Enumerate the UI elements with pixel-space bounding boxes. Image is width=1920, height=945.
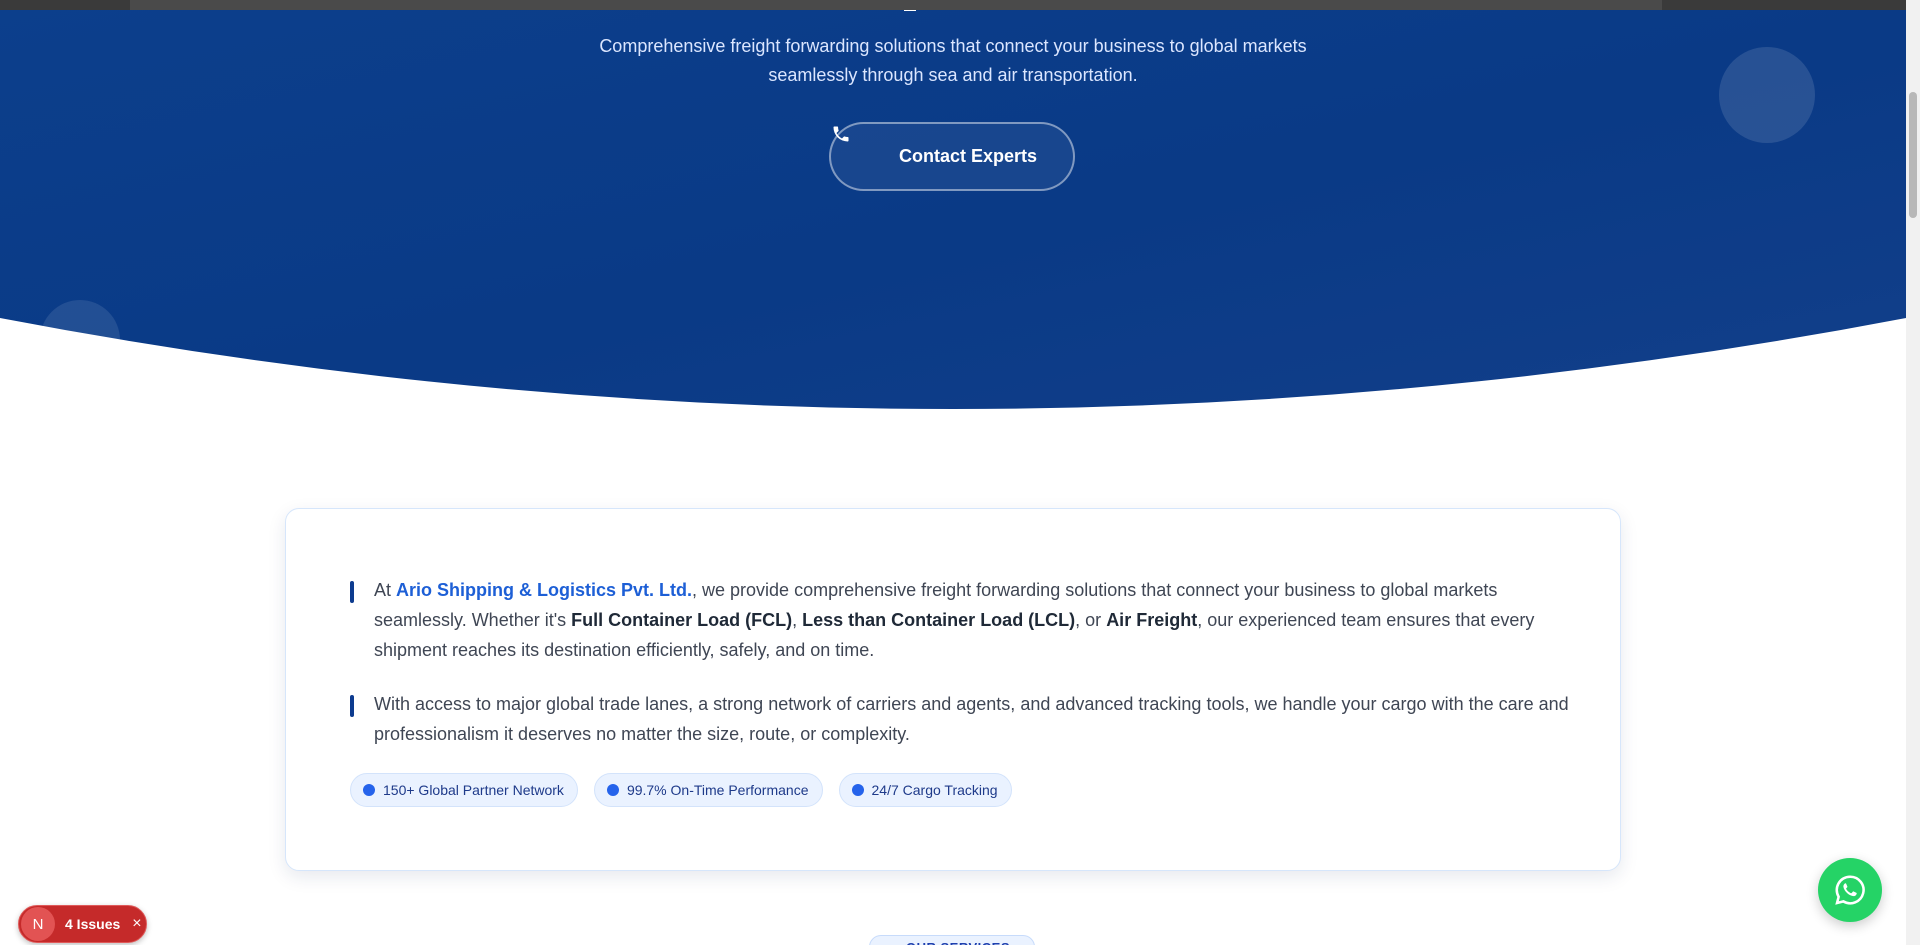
- issues-count: 4 Issues: [65, 916, 121, 932]
- air-freight-text: Air Freight: [1106, 610, 1198, 630]
- p1-text: , or: [1075, 610, 1107, 630]
- chip-label: 150+ Global Partner Network: [383, 782, 564, 798]
- phone-icon: [833, 126, 887, 167]
- whatsapp-icon: [1835, 875, 1865, 905]
- paragraph-accent-bar: [350, 695, 354, 717]
- dot-icon: [851, 784, 864, 796]
- dev-issues-badge[interactable]: N 4 Issues ×: [18, 905, 147, 943]
- p2-text: With access to major global trade lanes,…: [374, 694, 1569, 744]
- decorative-circle: [40, 300, 120, 380]
- chip-label: 99.7% On-Time Performance: [626, 782, 809, 798]
- browser-top-strip-inner: [130, 0, 1662, 10]
- scrollbar-thumb[interactable]: [1909, 92, 1917, 218]
- about-paragraph-2: With access to major global trade lanes,…: [350, 689, 1574, 749]
- chip-tracking: 24/7 Cargo Tracking: [838, 773, 1012, 807]
- dot-icon: [606, 784, 619, 796]
- lcl-text: Less than Container Load (LCL): [802, 610, 1076, 630]
- nextjs-logo: N: [21, 907, 55, 941]
- browser-top-strip: [0, 0, 1906, 10]
- chip-partner-network: 150+ Global Partner Network: [350, 773, 578, 807]
- company-name: Ario Shipping & Logistics Pvt. Ltd.: [396, 580, 693, 600]
- hero-subtitle: Comprehensive freight forwarding solutio…: [599, 36, 1307, 85]
- scrollbar[interactable]: [1906, 0, 1920, 945]
- our-services-badge: OUR SERVICES: [869, 935, 1035, 945]
- about-card: At Ario Shipping & Logistics Pvt. Ltd. , …: [285, 508, 1621, 871]
- whatsapp-button[interactable]: [1818, 858, 1882, 922]
- about-paragraph-1: At Ario Shipping & Logistics Pvt. Ltd. , …: [350, 575, 1574, 665]
- chip-on-time: 99.7% On-Time Performance: [593, 773, 823, 807]
- dot-icon: [363, 784, 375, 796]
- fcl-text: Full Container Load (FCL): [571, 610, 793, 630]
- contact-experts-button[interactable]: Contact Experts: [829, 122, 1075, 191]
- stats-chips: 150+ Global Partner Network 99.7% On-Tim…: [350, 773, 1012, 807]
- decorative-circle: [1719, 47, 1815, 143]
- close-icon[interactable]: ×: [132, 915, 141, 933]
- p1-text: ,: [792, 610, 803, 630]
- hero-section: Comprehensive freight forwarding solutio…: [0, 0, 1906, 420]
- chip-label: 24/7 Cargo Tracking: [871, 782, 998, 798]
- contact-experts-label: Contact Experts: [898, 146, 1038, 166]
- paragraph-accent-bar: [350, 581, 354, 603]
- p1-text: At: [374, 580, 397, 600]
